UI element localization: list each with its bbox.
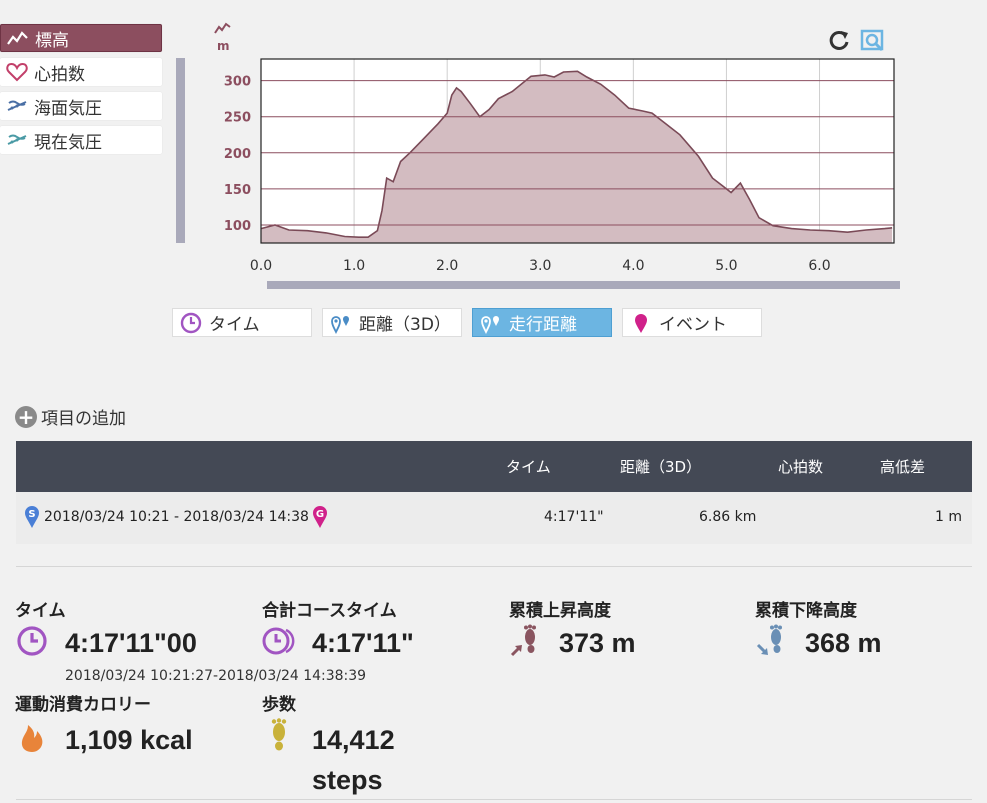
- x-tick-label: 6.0: [808, 258, 830, 274]
- axis-button-label: タイム: [209, 315, 260, 335]
- y-tick-label: 150: [224, 183, 251, 198]
- header-time: タイム: [506, 458, 551, 476]
- row-date-range: 2018/03/24 10:21 - 2018/03/24 14:38: [44, 509, 309, 525]
- axis-button-travel-distance[interactable]: 走行距離: [472, 308, 612, 337]
- stat-steps-value: 14,412: [312, 725, 395, 755]
- stat-ascent-label: 累積上昇高度: [509, 601, 611, 621]
- axis-button-label: イベント: [659, 315, 727, 335]
- start-pin-icon: S: [24, 505, 40, 533]
- header-heart-rate: 心拍数: [778, 458, 824, 476]
- x-tick-label: 2.0: [436, 258, 458, 274]
- stat-steps-unit: steps: [312, 765, 383, 795]
- divider: [16, 566, 972, 567]
- y-tick-label: 200: [224, 147, 251, 162]
- y-tick-label: 300: [224, 75, 251, 90]
- x-tick-label: 0.0: [250, 258, 272, 274]
- stat-calories-value: 1,109 kcal: [65, 725, 193, 755]
- x-tick-label: 4.0: [622, 258, 644, 274]
- travel-distance-icon: [479, 312, 503, 334]
- stat-ascent-value: 373 m: [559, 628, 636, 658]
- header-elevation-diff: 高低差: [880, 458, 926, 476]
- lap-table-header: タイム 距離（3D） 心拍数 高低差: [16, 441, 972, 492]
- x-tick-label: 3.0: [529, 258, 551, 274]
- axis-button-time[interactable]: タイム: [172, 308, 312, 337]
- y-tick-label: 100: [224, 219, 251, 234]
- steps-footprint-icon: [262, 718, 296, 752]
- row-time: 4:17'11": [544, 509, 604, 525]
- clock-icon: [179, 312, 203, 334]
- y-tick-label: 250: [224, 111, 251, 126]
- divider: [16, 799, 972, 800]
- header-distance-3d: 距離（3D）: [620, 458, 702, 476]
- stat-time-label: タイム: [15, 601, 66, 621]
- table-row[interactable]: S 2018/03/24 10:21 - 2018/03/24 14:38 G …: [16, 492, 972, 544]
- row-distance: 6.86 km: [699, 509, 757, 525]
- stat-time-range: 2018/03/24 10:21:27-2018/03/24 14:38:39: [65, 668, 367, 684]
- axis-button-distance-3d[interactable]: 距離（3D）: [322, 308, 462, 337]
- stat-descent-value: 368 m: [805, 628, 882, 658]
- stat-descent-label: 累積下降高度: [755, 601, 857, 621]
- x-tick-label: 5.0: [715, 258, 737, 274]
- horizontal-scrollbar[interactable]: [267, 281, 900, 289]
- add-item-button[interactable]: + 項目の追加: [15, 404, 126, 429]
- descent-footprint-icon: [755, 624, 789, 658]
- axis-button-event[interactable]: イベント: [622, 308, 762, 337]
- clock-icon: [15, 624, 49, 658]
- goal-pin-icon: G: [312, 505, 328, 533]
- row-elevation-diff: 1 m: [935, 509, 962, 525]
- stat-course-time-value: 4:17'11": [312, 628, 414, 658]
- x-tick-label: 1.0: [343, 258, 365, 274]
- axis-button-label: 距離（3D）: [359, 315, 451, 335]
- stat-course-time-label: 合計コースタイム: [262, 601, 397, 621]
- elevation-chart[interactable]: 0.0 1.0 2.0 3.0 4.0 5.0 6.0 100 150 200 250 300: [0, 0, 987, 300]
- event-pin-icon: [629, 312, 653, 334]
- add-item-label: 項目の追加: [41, 409, 126, 429]
- plus-icon: +: [15, 405, 37, 428]
- ascent-footprint-icon: [509, 624, 543, 658]
- stat-calories-label: 運動消費カロリー: [15, 695, 151, 715]
- distance-3d-icon: [329, 312, 353, 334]
- flame-icon: [15, 720, 49, 754]
- svg-text:G: G: [316, 509, 324, 520]
- stat-time-value: 4:17'11"00: [65, 628, 197, 658]
- svg-text:S: S: [28, 509, 35, 520]
- axis-button-label: 走行距離: [509, 315, 577, 335]
- stat-steps-label: 歩数: [262, 695, 296, 715]
- course-time-icon: [262, 624, 296, 658]
